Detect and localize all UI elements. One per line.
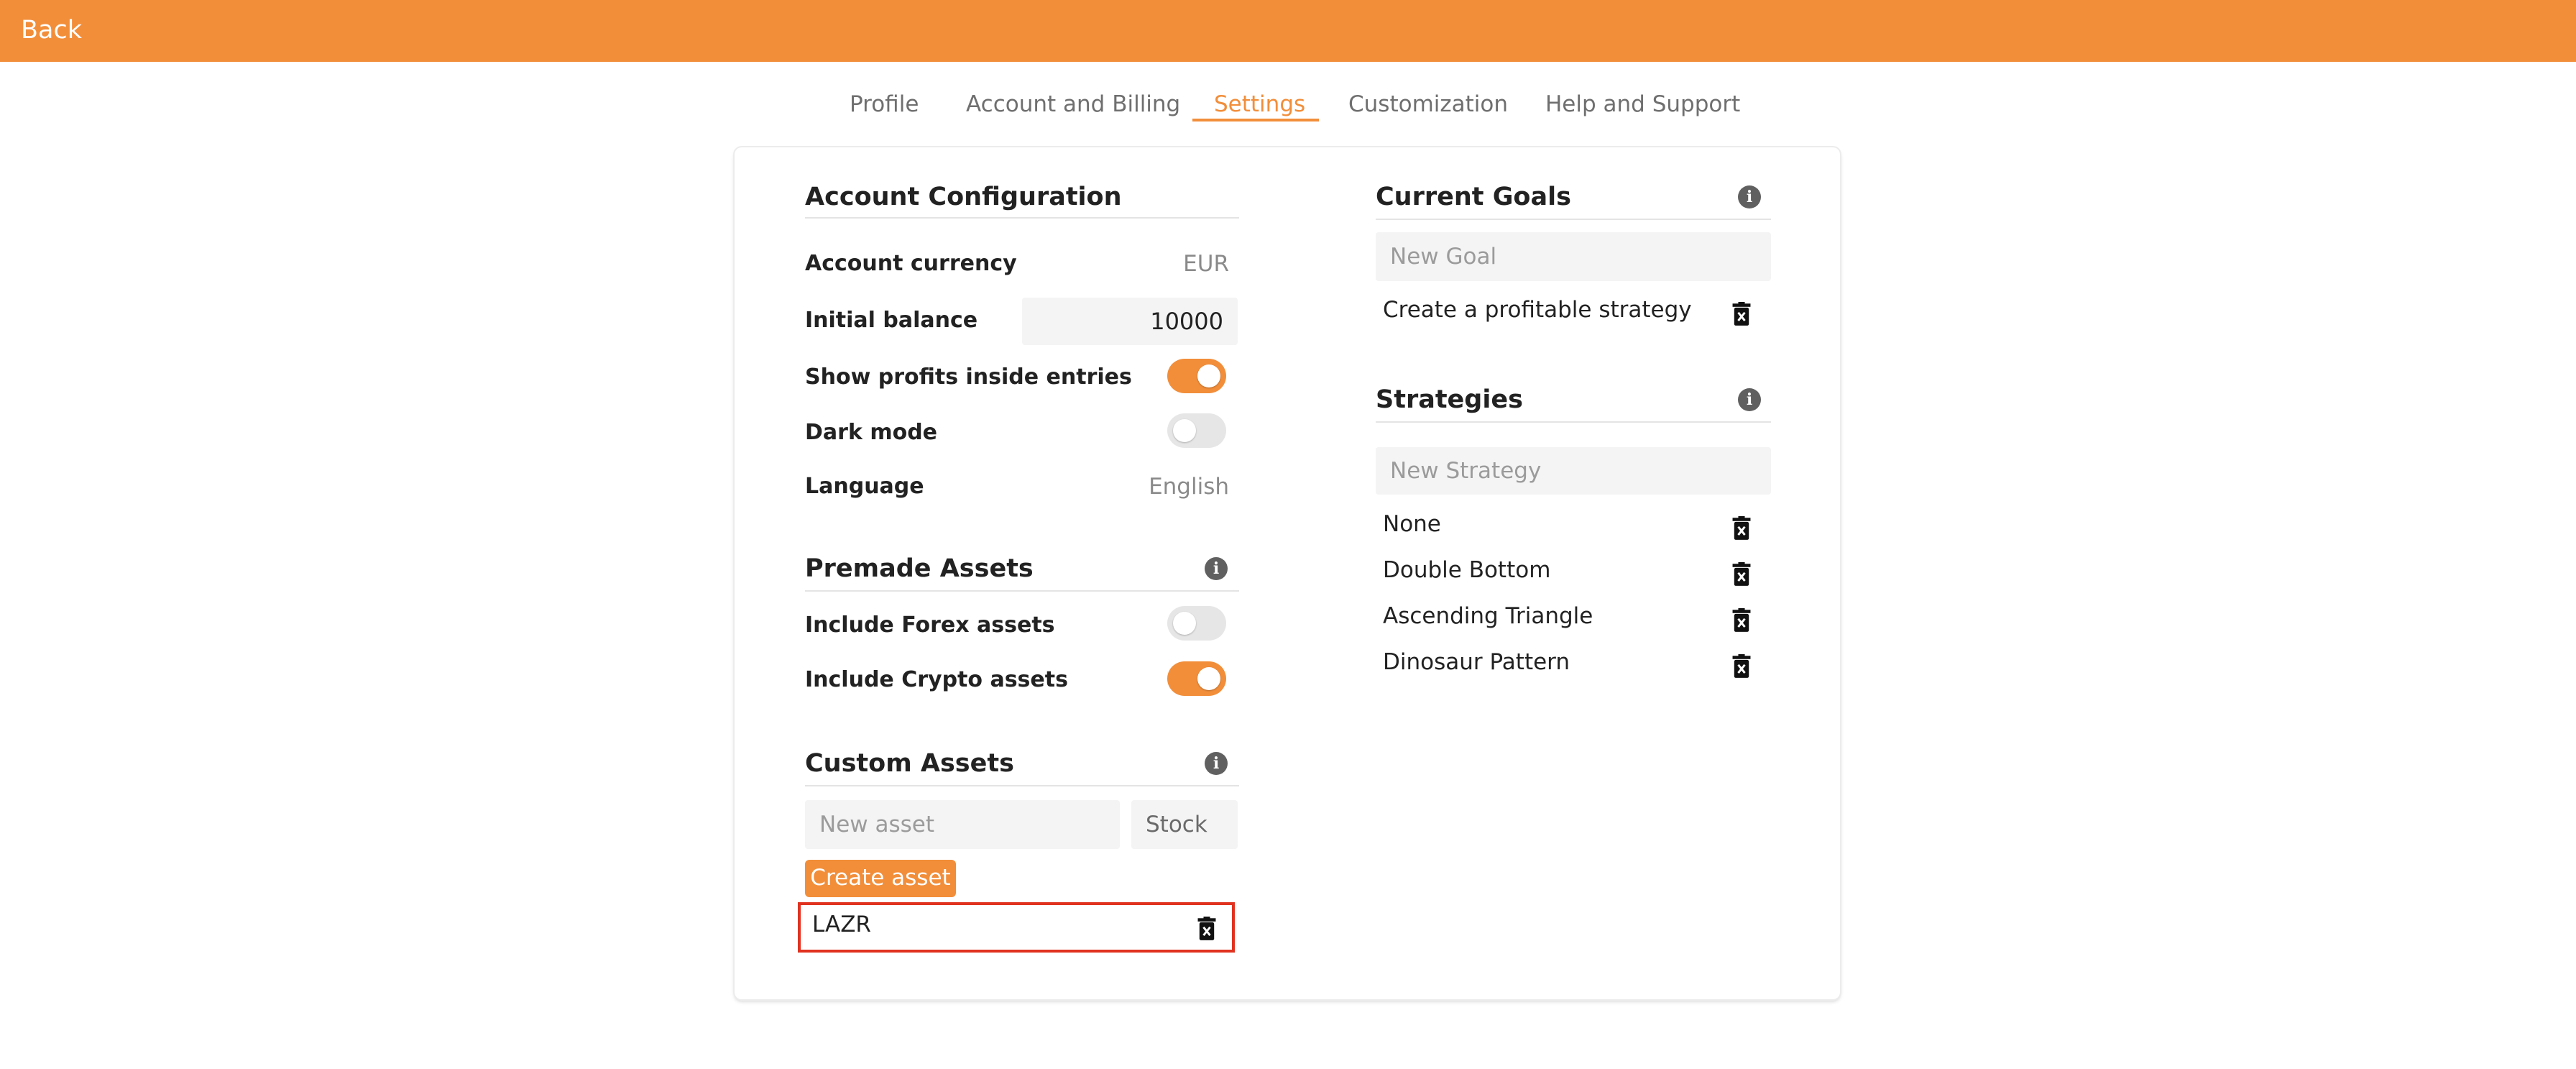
back-button[interactable]: Back: [21, 14, 82, 46]
account-currency-value[interactable]: EUR: [1121, 249, 1229, 278]
goal-item: Create a profitable strategy: [1383, 297, 1692, 323]
section-divider: [805, 785, 1239, 786]
tab-profile[interactable]: Profile: [850, 88, 919, 121]
trash-icon[interactable]: [1731, 654, 1752, 679]
account-configuration-heading: Account Configuration: [805, 183, 1122, 211]
strategy-item: Double Bottom: [1383, 557, 1551, 583]
section-divider: [805, 217, 1239, 219]
top-bar: Back: [0, 0, 2576, 62]
section-divider: [805, 590, 1239, 592]
dark-mode-toggle[interactable]: [1167, 413, 1226, 448]
language-value[interactable]: English: [1085, 472, 1229, 501]
account-currency-label: Account currency: [805, 251, 1017, 276]
tab-bar: Profile Account and Billing Settings Cus…: [0, 88, 2576, 128]
strategy-item: Dinosaur Pattern: [1383, 649, 1570, 675]
strategy-item: None: [1383, 511, 1441, 537]
asset-type-select[interactable]: Stock: [1131, 800, 1238, 849]
show-profits-label: Show profits inside entries: [805, 364, 1132, 390]
custom-asset-item: LAZR: [812, 912, 871, 937]
trash-icon[interactable]: [1731, 562, 1752, 587]
language-label: Language: [805, 474, 924, 499]
trash-icon[interactable]: [1197, 917, 1217, 941]
include-crypto-label: Include Crypto assets: [805, 667, 1068, 692]
strategies-heading: Strategies: [1376, 385, 1523, 414]
create-asset-button[interactable]: Create asset: [805, 860, 956, 897]
dark-mode-label: Dark mode: [805, 420, 938, 445]
toggle-knob: [1197, 364, 1220, 387]
premade-assets-heading: Premade Assets: [805, 554, 1034, 583]
trash-icon[interactable]: [1731, 608, 1752, 633]
new-asset-input[interactable]: New asset: [805, 800, 1120, 849]
include-crypto-toggle[interactable]: [1167, 661, 1226, 696]
info-icon[interactable]: i: [1205, 557, 1228, 580]
show-profits-toggle[interactable]: [1167, 359, 1226, 393]
tab-settings[interactable]: Settings: [1214, 88, 1305, 121]
section-divider: [1376, 219, 1771, 220]
new-goal-input[interactable]: New Goal: [1376, 232, 1771, 281]
trash-icon[interactable]: [1731, 516, 1752, 541]
tab-help-and-support[interactable]: Help and Support: [1545, 88, 1740, 121]
toggle-knob: [1173, 419, 1196, 442]
info-icon[interactable]: i: [1738, 185, 1761, 208]
info-icon[interactable]: i: [1205, 752, 1228, 775]
include-forex-toggle[interactable]: [1167, 606, 1226, 641]
custom-assets-heading: Custom Assets: [805, 749, 1014, 778]
info-icon[interactable]: i: [1738, 388, 1761, 411]
tab-customization[interactable]: Customization: [1348, 88, 1508, 121]
new-strategy-input[interactable]: New Strategy: [1376, 447, 1771, 495]
initial-balance-input[interactable]: 10000: [1022, 298, 1238, 345]
toggle-knob: [1197, 667, 1220, 690]
section-divider: [1376, 421, 1771, 423]
initial-balance-label: Initial balance: [805, 308, 978, 333]
current-goals-heading: Current Goals: [1376, 183, 1571, 211]
strategy-item: Ascending Triangle: [1383, 603, 1593, 629]
toggle-knob: [1173, 612, 1196, 635]
active-tab-indicator: [1192, 119, 1319, 121]
include-forex-label: Include Forex assets: [805, 613, 1055, 638]
trash-icon[interactable]: [1731, 302, 1752, 326]
tab-account-and-billing[interactable]: Account and Billing: [966, 88, 1180, 121]
